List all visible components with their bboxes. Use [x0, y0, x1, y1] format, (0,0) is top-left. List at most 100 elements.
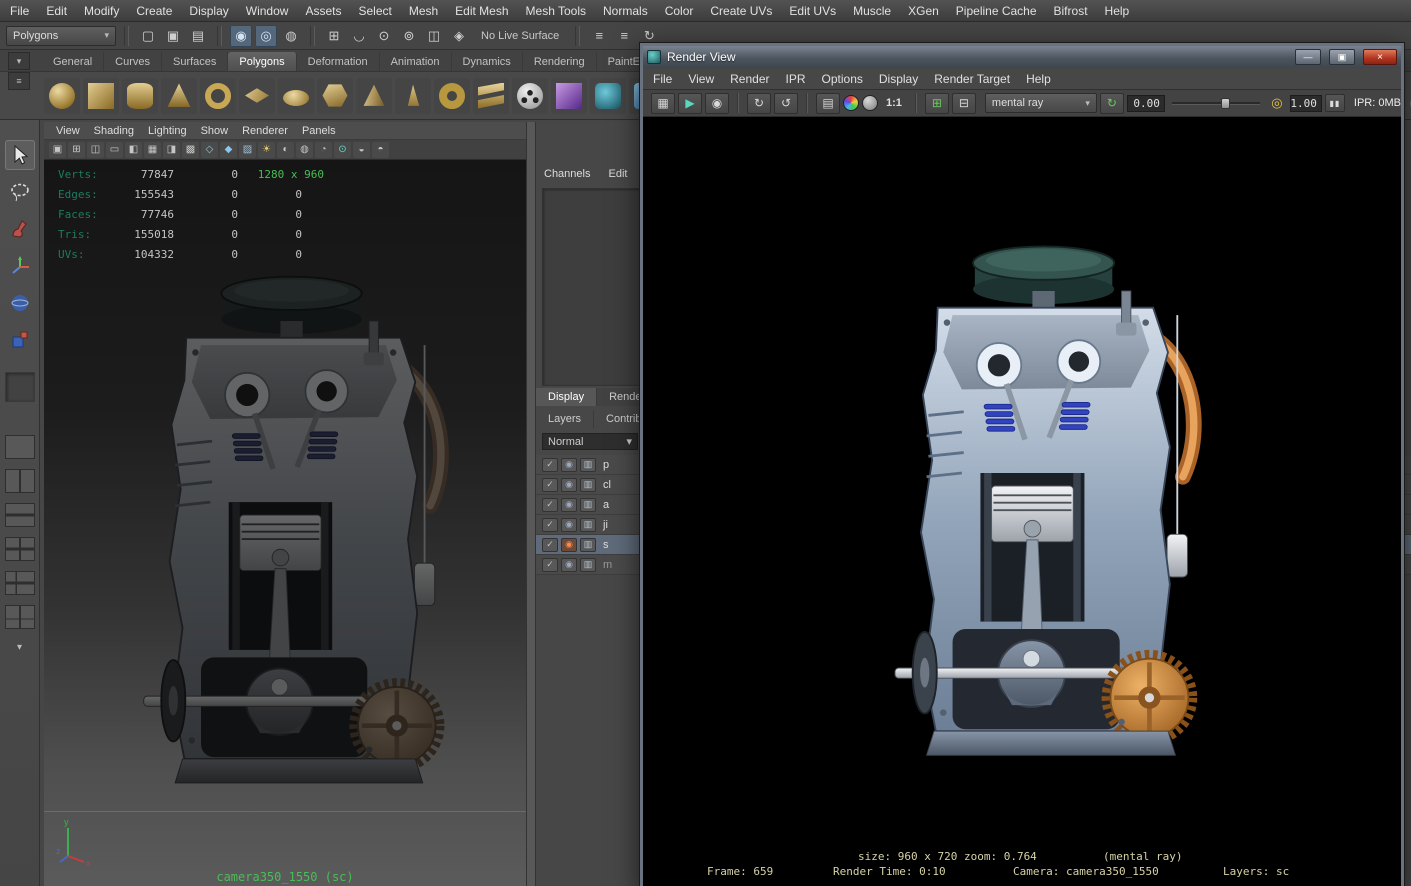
shelf-disc-icon[interactable]	[278, 77, 314, 114]
wireframe-icon[interactable]: ◇	[201, 141, 218, 158]
ipr-render-button[interactable]: ▶	[678, 92, 702, 114]
menu-create[interactable]: Create	[136, 4, 172, 18]
move-tool-button[interactable]	[5, 251, 35, 281]
render-view-canvas[interactable]: size: 960 x 720 zoom: 0.764 (mental ray)…	[643, 117, 1401, 886]
new-scene-button[interactable]: ▢	[137, 25, 159, 47]
vp-menu-renderer[interactable]: Renderer	[242, 125, 288, 137]
shelf-cube-icon[interactable]	[83, 77, 119, 114]
shelf-tab-surfaces[interactable]: Surfaces	[162, 52, 229, 71]
shelf-sphere-icon[interactable]	[44, 77, 80, 114]
select-component-button[interactable]: ◍	[280, 25, 302, 47]
gamma-field[interactable]: 1.00	[1289, 94, 1322, 112]
snap-projected-center-button[interactable]: ⊚	[398, 25, 420, 47]
photographic-exposure-icon[interactable]: ◎	[1267, 93, 1287, 113]
layer-renderable-toggle[interactable]: ◉	[561, 497, 577, 512]
resolution-gate-icon[interactable]: ▭	[106, 141, 123, 158]
menu-xgen[interactable]: XGen	[908, 4, 939, 18]
layout-two-vertical-button[interactable]	[4, 469, 35, 493]
layout-three-left-button[interactable]	[4, 571, 35, 595]
layer-renderable-toggle[interactable]: ◉	[561, 457, 577, 472]
snap-view-plane-button[interactable]: ◫	[423, 25, 445, 47]
layer-visibility-toggle[interactable]: ✓	[542, 537, 558, 552]
viewport-canvas[interactable]: Verts: 77847 0 1280 x 960 Edges: 155543 …	[44, 160, 526, 886]
selection-mode-dropdown[interactable]: Polygons ▾	[6, 25, 116, 46]
render-current-frame-button[interactable]: ▦	[651, 92, 675, 114]
layer-renderable-toggle[interactable]: ◉	[561, 537, 577, 552]
slider-thumb[interactable]	[1221, 98, 1231, 109]
layer-swatch[interactable]: ▥	[580, 557, 596, 572]
maximize-button[interactable]: ▣	[1329, 49, 1355, 65]
remove-image-button[interactable]: ⊟	[951, 92, 976, 114]
field-chart-icon[interactable]: ▦	[144, 141, 161, 158]
xray-icon[interactable]: ◒	[353, 141, 370, 158]
layer-swatch[interactable]: ▥	[580, 517, 596, 532]
shelf-soccer-icon[interactable]	[512, 77, 548, 114]
layer-swatch[interactable]: ▥	[580, 477, 596, 492]
vp-menu-view[interactable]: View	[56, 125, 80, 137]
layer-swatch[interactable]: ▥	[580, 497, 596, 512]
layout-more-chevron-icon[interactable]: ▾	[17, 642, 22, 653]
last-tool-slot[interactable]	[4, 372, 35, 402]
render-settings-button[interactable]: ▤	[816, 92, 840, 114]
shelf-tabs-button[interactable]: ≡	[8, 72, 30, 90]
menu-assets[interactable]: Assets	[305, 4, 341, 18]
rv-menu-render-target[interactable]: Render Target	[934, 72, 1010, 86]
make-live-button[interactable]: ◈	[448, 25, 470, 47]
shelf-tab-animation[interactable]: Animation	[380, 52, 452, 71]
snap-curve-button[interactable]: ◡	[348, 25, 370, 47]
layer-renderable-toggle[interactable]: ◉	[561, 517, 577, 532]
vp-menu-shading[interactable]: Shading	[94, 125, 134, 137]
paint-select-tool-button[interactable]	[5, 214, 35, 244]
rotate-tool-button[interactable]	[5, 288, 35, 318]
menu-mesh-tools[interactable]: Mesh Tools	[526, 4, 586, 18]
rv-menu-options[interactable]: Options	[822, 72, 863, 86]
shelf-tab-polygons[interactable]: Polygons	[228, 52, 297, 71]
screen-space-ao-icon[interactable]: ◍	[296, 141, 313, 158]
shadows-icon[interactable]: ◐	[277, 141, 294, 158]
rv-menu-render[interactable]: Render	[730, 72, 769, 86]
layer-swatch[interactable]: ▥	[580, 537, 596, 552]
shelf-cone-icon[interactable]	[161, 77, 197, 114]
shaded-icon[interactable]: ◆	[220, 141, 237, 158]
safe-action-icon[interactable]: ◨	[163, 141, 180, 158]
shelf-pipe-icon[interactable]	[434, 77, 470, 114]
use-all-lights-icon[interactable]: ☀	[258, 141, 275, 158]
vp-menu-panels[interactable]: Panels	[302, 125, 336, 137]
shelf-tab-rendering[interactable]: Rendering	[523, 52, 597, 71]
menu-edit-mesh[interactable]: Edit Mesh	[455, 4, 508, 18]
exposure-field[interactable]: 0.00	[1126, 94, 1165, 112]
shelf-plane-icon[interactable]	[239, 77, 275, 114]
menu-bifrost[interactable]: Bifrost	[1054, 4, 1088, 18]
open-scene-button[interactable]: ▣	[162, 25, 184, 47]
motion-blur-icon[interactable]: ◔	[315, 141, 332, 158]
shelf-tab-general[interactable]: General	[42, 52, 105, 71]
shelf-sculpt-icon[interactable]	[590, 77, 626, 114]
pause-ipr-button[interactable]: ▮▮	[1324, 94, 1345, 112]
shelf-cylinder-icon[interactable]	[122, 77, 158, 114]
refresh-ipr-button[interactable]: ↺	[774, 92, 798, 114]
shelf-tab-deformation[interactable]: Deformation	[297, 52, 380, 71]
layer-renderable-toggle[interactable]: ◉	[561, 557, 577, 572]
layer-swatch[interactable]: ▥	[580, 457, 596, 472]
menu-mesh[interactable]: Mesh	[409, 4, 438, 18]
film-gate-icon[interactable]: ◫	[87, 141, 104, 158]
render-view-titlebar[interactable]: Render View — ▣ ×	[643, 46, 1401, 68]
rgb-channels-button[interactable]	[843, 95, 859, 111]
layer-visibility-toggle[interactable]: ✓	[542, 557, 558, 572]
rv-menu-ipr[interactable]: IPR	[786, 72, 806, 86]
rv-menu-file[interactable]: File	[653, 72, 672, 86]
layer-visibility-toggle[interactable]: ✓	[542, 477, 558, 492]
menu-muscle[interactable]: Muscle	[853, 4, 891, 18]
layer-visibility-toggle[interactable]: ✓	[542, 517, 558, 532]
rv-menu-help[interactable]: Help	[1026, 72, 1051, 86]
safe-title-icon[interactable]: ▩	[182, 141, 199, 158]
menu-pipeline-cache[interactable]: Pipeline Cache	[956, 4, 1037, 18]
panel-divider[interactable]	[526, 122, 536, 886]
shelf-prism-icon[interactable]	[395, 77, 431, 114]
renderer-dropdown[interactable]: mental ray ▾	[984, 93, 1097, 113]
grid-icon[interactable]: ⊞	[68, 141, 85, 158]
layer-renderable-toggle[interactable]: ◉	[561, 477, 577, 492]
keep-image-button[interactable]: ⊞	[924, 92, 949, 114]
layout-single-button[interactable]	[4, 435, 35, 459]
blend-mode-dropdown[interactable]: Normal ▾	[542, 433, 638, 450]
